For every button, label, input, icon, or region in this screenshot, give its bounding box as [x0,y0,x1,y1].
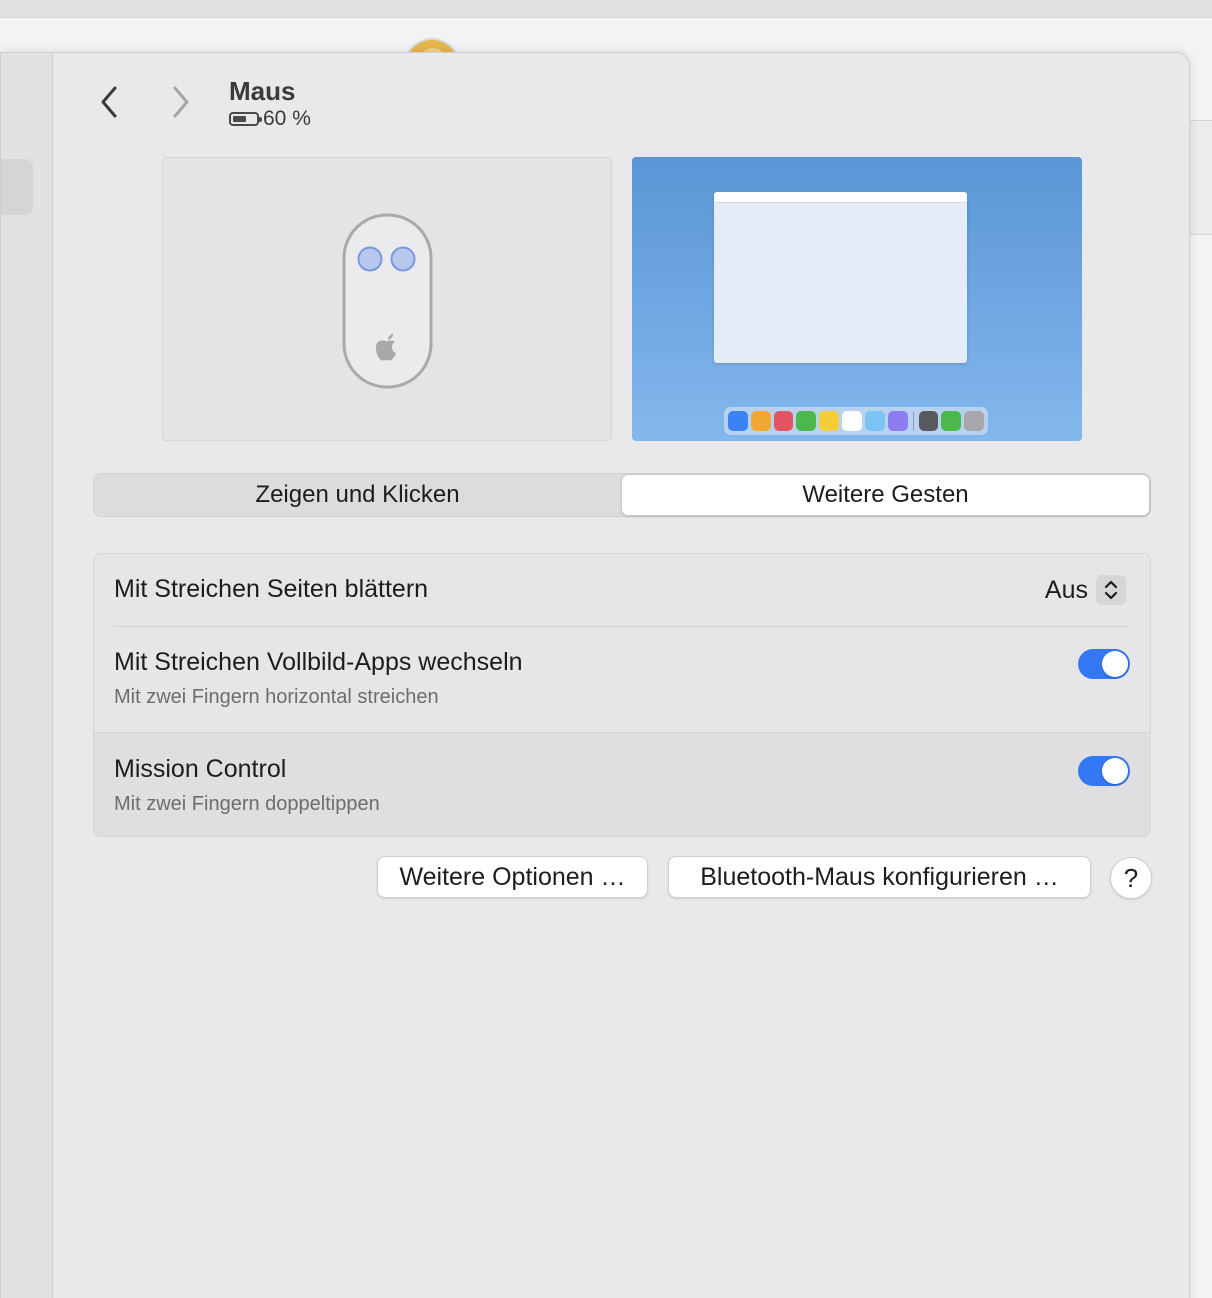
more-options-button[interactable]: Weitere Optionen … [377,856,648,898]
swipe-pages-value: Aus [1044,575,1088,604]
chevron-right-icon [173,86,189,118]
screen-preview [632,157,1082,441]
swipe-fullscreen-label: Mit Streichen Vollbild-Apps wechseln [114,648,523,676]
gesture-settings-list: Mit Streichen Seiten blättern Aus Mit St… [93,553,1151,837]
swipe-pages-popup[interactable]: Aus [1045,575,1126,605]
desktop-top-strip [0,0,1212,18]
dock-app-icon [796,411,817,431]
mouse-gesture-preview [162,157,612,441]
mission-control-toggle[interactable] [1078,756,1130,786]
stepper-icon [1096,575,1126,605]
page-title: Maus [229,76,296,106]
tab-more-gestures[interactable]: Weitere Gesten [621,474,1150,516]
setting-row-swipe-pages: Mit Streichen Seiten blättern Aus [94,554,1150,626]
sidebar [1,53,53,1298]
dock-app-icon [842,411,862,431]
help-button[interactable]: ? [1110,857,1152,899]
preview-dock [724,407,988,435]
dock-app-icon [918,411,939,431]
dock-app-icon [864,411,885,431]
setting-row-swipe-fullscreen: Mit Streichen Vollbild-Apps wechseln Mit… [94,626,1150,732]
mission-control-subtitle: Mit zwei Fingern doppeltippen [114,793,380,815]
dock-app-icon [887,411,908,431]
sidebar-selected-item[interactable] [1,159,33,215]
bluetooth-setup-button[interactable]: Bluetooth-Maus konfigurieren … [668,856,1091,898]
back-button[interactable] [91,79,127,125]
tab-point-and-click[interactable]: Zeigen und Klicken [94,474,621,516]
preview-window [714,192,967,363]
swipe-fullscreen-subtitle: Mit zwei Fingern horizontal streichen [114,686,439,708]
dock-app-icon [941,411,962,431]
swipe-pages-label: Mit Streichen Seiten blättern [114,575,429,603]
setting-row-mission-control: Mission Control Mit zwei Fingern doppelt… [94,732,1150,836]
dock-app-icon [964,411,984,431]
header: Maus 60 % [229,75,311,131]
battery-status: 60 % [229,107,311,131]
swipe-fullscreen-toggle[interactable] [1078,649,1130,679]
battery-icon [229,112,262,126]
background-window-edge [1190,120,1212,235]
battery-percentage: 60 % [263,107,311,130]
dock-app-icon [819,411,840,431]
dock-separator [912,411,914,431]
forward-button[interactable] [163,79,199,125]
settings-window: Maus 60 % Zeigen und Klicken Weitere Ges… [0,52,1190,1298]
dock-app-icon [773,411,794,431]
mission-control-label: Mission Control [114,755,287,783]
dock-app-icon [750,411,771,431]
battery-fill [233,116,246,122]
dock-app-icon [728,411,748,431]
magic-mouse-icon [342,213,433,389]
tab-control: Zeigen und Klicken Weitere Gesten [93,473,1151,517]
chevron-left-icon [101,86,117,118]
